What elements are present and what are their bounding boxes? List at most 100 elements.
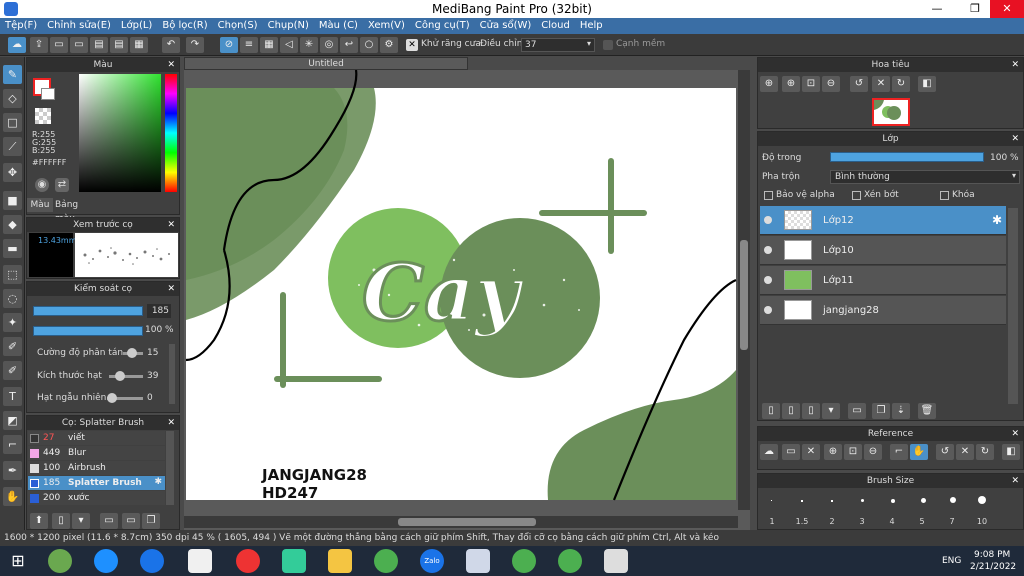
zalo-icon[interactable]: Zalo	[420, 549, 444, 573]
menu-color[interactable]: Màu (C)	[314, 18, 363, 34]
menu-layer[interactable]: Lớp(L)	[116, 18, 157, 34]
tab-color[interactable]: Màu	[27, 198, 53, 212]
gradient-tool-icon[interactable]: ▬	[3, 239, 22, 258]
zoom-out-icon[interactable]: ⊖	[864, 444, 882, 460]
navigator-thumbnail[interactable]	[872, 98, 910, 126]
snap-grid-icon[interactable]: ▦	[260, 37, 278, 53]
snap-off-icon[interactable]: ⊘	[220, 37, 238, 53]
add-brush-icon[interactable]: ⬆	[30, 513, 48, 529]
undo-icon[interactable]: ↶	[162, 37, 180, 53]
lock-checkbox[interactable]	[940, 191, 949, 200]
horizontal-scrollbar[interactable]	[184, 516, 738, 528]
layer-row-selected[interactable]: Lớp12 ✱	[760, 206, 1006, 235]
snap-perspective-icon[interactable]: ◁	[280, 37, 298, 53]
eye-icon[interactable]	[764, 246, 772, 254]
zoom-in-icon[interactable]: ⊕	[782, 76, 800, 92]
size-dot[interactable]	[801, 500, 803, 502]
random-particle-slider[interactable]	[107, 393, 117, 403]
brush-size-slider[interactable]	[33, 306, 143, 316]
size-dot[interactable]	[921, 498, 926, 503]
folder-icon[interactable]: ▭	[782, 444, 800, 460]
menu-view[interactable]: Xem(V)	[363, 18, 410, 34]
swap-color-icon[interactable]: ⇄	[55, 178, 69, 192]
edge-icon[interactable]	[94, 549, 118, 573]
restore-button[interactable]: ❐	[958, 0, 992, 18]
text-tool-icon[interactable]: T	[3, 387, 22, 406]
menu-cloud[interactable]: Cloud	[536, 18, 575, 34]
hand-icon[interactable]: ✋	[910, 444, 928, 460]
chrome-icon[interactable]	[374, 549, 398, 573]
canvas-area[interactable]: Cay JANGJANG28 HD247	[184, 69, 750, 530]
pages-icon[interactable]: ▤	[110, 37, 128, 53]
menu-filter[interactable]: Bộ lọc(R)	[157, 18, 212, 34]
particle-size-slider[interactable]	[115, 371, 125, 381]
cloud-icon[interactable]: ☁	[8, 37, 26, 53]
zoom-icon[interactable]: ⊕	[760, 76, 778, 92]
windows-start-icon[interactable]: ⊞	[6, 549, 30, 573]
add-menu-icon[interactable]: ▾	[822, 403, 840, 419]
folder-icon[interactable]: ▭	[100, 513, 118, 529]
folder-icon[interactable]: ▭	[122, 513, 140, 529]
new-layer-icon[interactable]: ▯	[762, 403, 780, 419]
layer-row[interactable]: Lớp10	[760, 236, 1006, 265]
eyedropper-icon[interactable]: ⌐	[890, 444, 908, 460]
eye-icon[interactable]	[764, 276, 772, 284]
close-button[interactable]: ✕	[990, 0, 1024, 18]
duplicate-icon[interactable]: ❐	[142, 513, 160, 529]
new-layer-icon[interactable]: ▯	[802, 403, 820, 419]
fill-rect-icon[interactable]: ■	[3, 191, 22, 210]
chat-icon[interactable]: ▭	[70, 37, 88, 53]
brush-item[interactable]: 200 xước	[28, 491, 165, 505]
eraser-tool-icon[interactable]: ◇	[3, 89, 22, 108]
brush-list-scrollbar[interactable]	[166, 431, 174, 505]
select-eraser-icon[interactable]: ✐	[3, 361, 22, 380]
brush-item[interactable]: 449 Blur	[28, 446, 165, 460]
clock-date[interactable]: 2/21/2022	[970, 562, 1016, 572]
folder-icon[interactable]	[328, 549, 352, 573]
gear-icon[interactable]: ✱	[154, 477, 162, 487]
size-dot[interactable]	[831, 500, 833, 502]
brush-item[interactable]: 100 Airbrush	[28, 461, 165, 475]
brush-control-scrollbar[interactable]	[169, 344, 175, 404]
share-icon[interactable]: ⇪	[30, 37, 48, 53]
artwork-canvas[interactable]: Cay JANGJANG28 HD247	[184, 69, 750, 530]
app-icon[interactable]	[48, 549, 72, 573]
zoom-icon[interactable]: ⊕	[824, 444, 842, 460]
grid-icon[interactable]: ▦	[130, 37, 148, 53]
scatter-slider[interactable]	[127, 348, 137, 358]
eye-icon[interactable]	[764, 216, 772, 224]
menu-edit[interactable]: Chỉnh sửa(E)	[42, 18, 116, 34]
menu-tools[interactable]: Công cụ(T)	[410, 18, 475, 34]
page-icon[interactable]: ▤	[90, 37, 108, 53]
vertical-scrollbar[interactable]	[738, 70, 750, 510]
zoom-out-icon[interactable]: ⊖	[822, 76, 840, 92]
brush-tool-icon[interactable]: ✎	[3, 65, 22, 84]
divide-tool-icon[interactable]: ◩	[3, 411, 22, 430]
snap-circle-icon[interactable]: ◎	[320, 37, 338, 53]
size-dot[interactable]	[978, 496, 986, 504]
menu-file[interactable]: Tệp(F)	[0, 18, 42, 34]
trash-icon[interactable]: 🗑	[918, 403, 936, 419]
flip-icon[interactable]: ◧	[918, 76, 936, 92]
size-dot[interactable]	[891, 499, 895, 503]
close-icon[interactable]: ✕	[1011, 58, 1019, 72]
magic-wand-icon[interactable]: ✦	[3, 313, 22, 332]
hue-slider[interactable]	[165, 74, 177, 192]
snap-parallel-icon[interactable]: ≡	[240, 37, 258, 53]
blend-mode-select[interactable]: Bình thường ▾	[830, 170, 1020, 184]
close-icon[interactable]: ✕	[1011, 474, 1019, 488]
fit-icon[interactable]: ⊡	[802, 76, 820, 92]
close-icon[interactable]: ✕	[802, 444, 820, 460]
opera-icon[interactable]	[236, 549, 260, 573]
settings-icon[interactable]: ⚙	[380, 37, 398, 53]
eyedropper-icon[interactable]: ⌐	[3, 435, 22, 454]
close-icon[interactable]: ✕	[167, 282, 175, 296]
minimize-button[interactable]: —	[920, 0, 954, 18]
size-dot[interactable]	[771, 500, 772, 501]
folder-icon[interactable]: ▭	[848, 403, 866, 419]
bucket-tool-icon[interactable]: ◆	[3, 215, 22, 234]
snap-ellipse-icon[interactable]: ○	[360, 37, 378, 53]
menu-select[interactable]: Chọn(S)	[213, 18, 263, 34]
brush-item[interactable]: 27 viết	[28, 431, 165, 445]
snipping-icon[interactable]	[604, 549, 628, 573]
